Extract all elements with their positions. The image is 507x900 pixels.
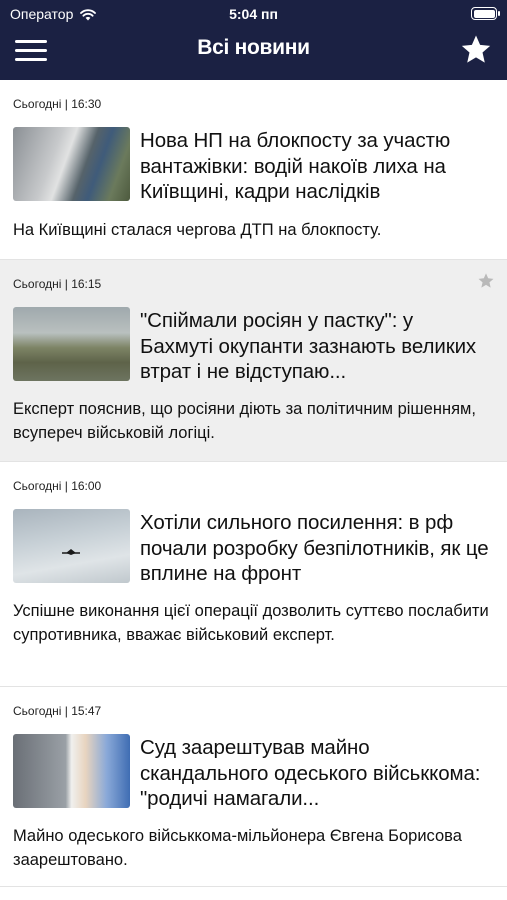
- news-thumbnail: [13, 127, 130, 201]
- news-feed: Сьогодні | 16:30 Нова НП на блокпосту за…: [0, 80, 507, 887]
- bookmark-star-icon[interactable]: [477, 272, 495, 290]
- favorites-star-icon[interactable]: [459, 33, 493, 67]
- news-headline[interactable]: Хотіли сильного посилення: в рф почали р…: [140, 510, 489, 587]
- news-item[interactable]: Сьогодні | 16:00 Хотіли сильного посилен…: [0, 462, 507, 687]
- news-headline[interactable]: "Спіймали росіян у пастку": у Бахмуті ок…: [140, 308, 489, 385]
- navigation-bar: Всі новини: [0, 28, 507, 80]
- top-bar: Оператор 5:04 пп Всі новини: [0, 0, 507, 80]
- news-item[interactable]: Сьогодні | 16:30 Нова НП на блокпосту за…: [0, 80, 507, 260]
- news-timestamp: Сьогодні | 15:47: [13, 704, 102, 718]
- news-headline[interactable]: Суд заарештував майно скандального одесь…: [140, 735, 489, 812]
- news-thumbnail: [13, 734, 130, 808]
- battery-icon: [471, 7, 500, 20]
- news-timestamp: Сьогодні | 16:30: [13, 97, 102, 111]
- news-summary: На Київщині сталася чергова ДТП на блокп…: [13, 221, 382, 239]
- page-title: Всі новини: [197, 36, 310, 59]
- news-thumbnail: [13, 307, 130, 381]
- news-summary: Успішне виконання цієї операції дозволит…: [13, 602, 489, 644]
- news-timestamp: Сьогодні | 16:15: [13, 277, 102, 291]
- status-bar: Оператор 5:04 пп: [0, 0, 507, 28]
- news-item[interactable]: Сьогодні | 16:15 "Спіймали росіян у паст…: [0, 260, 507, 462]
- drone-silhouette-icon: [62, 549, 80, 555]
- news-summary: Майно одеського військкома-мільйонера Єв…: [13, 827, 462, 869]
- news-headline[interactable]: Нова НП на блокпосту за участю вантажівк…: [140, 128, 489, 205]
- news-summary: Експерт пояснив, що росіяни діють за пол…: [13, 400, 476, 442]
- news-thumbnail: [13, 509, 130, 583]
- news-timestamp: Сьогодні | 16:00: [13, 479, 102, 493]
- clock: 5:04 пп: [229, 6, 278, 22]
- news-item[interactable]: Сьогодні | 15:47 Суд заарештував майно с…: [0, 687, 507, 887]
